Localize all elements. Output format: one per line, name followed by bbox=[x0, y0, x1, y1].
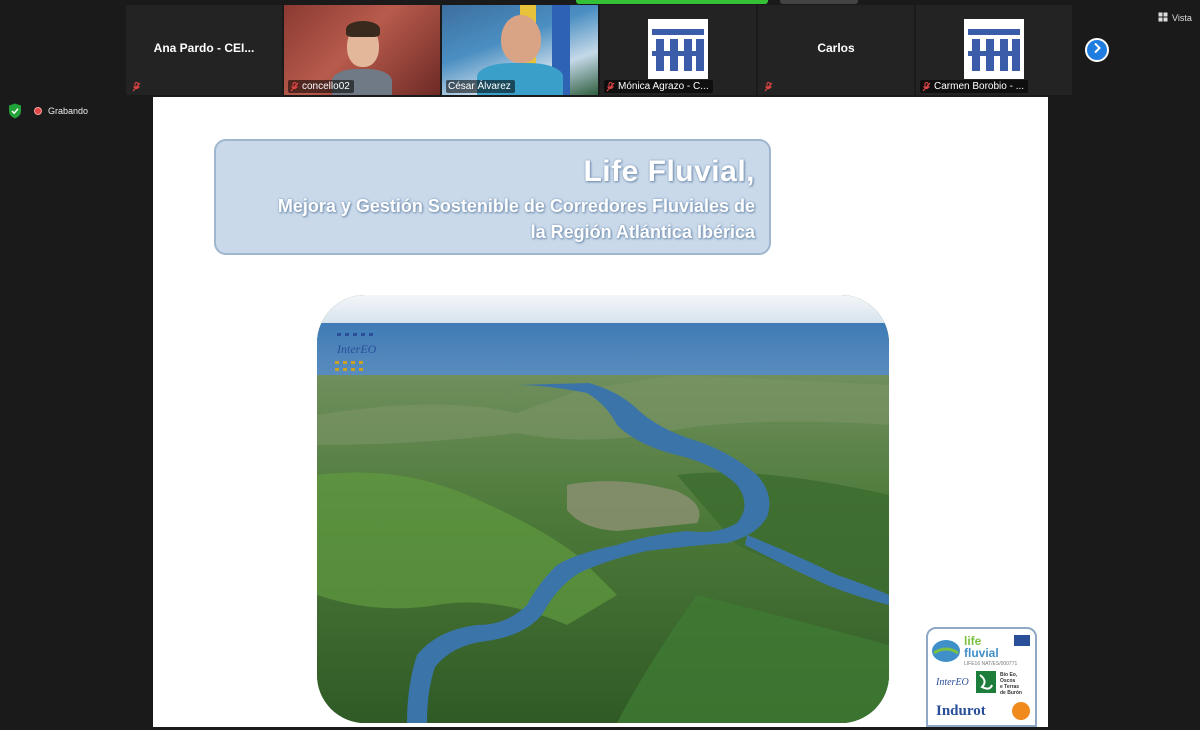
chevron-right-icon bbox=[1092, 41, 1102, 59]
organization-logo bbox=[964, 19, 1024, 79]
participant-name-label: César Álvarez bbox=[448, 81, 511, 92]
slide-subtitle-line2: la Región Atlántica Ibérica bbox=[530, 222, 755, 242]
security-shield-icon[interactable] bbox=[8, 103, 22, 119]
recording-indicator[interactable]: Grabando bbox=[34, 106, 88, 116]
brand-line2: fluvial bbox=[964, 646, 999, 660]
participant-tile-ana-pardo[interactable]: Ana Pardo - CEI... bbox=[126, 5, 282, 95]
recording-label: Grabando bbox=[48, 106, 89, 116]
next-page-button[interactable] bbox=[1085, 38, 1109, 62]
mic-muted-icon bbox=[290, 81, 299, 92]
intereo-logo-text: InterEO bbox=[336, 342, 377, 356]
slide-subtitle-line1: Mejora y Gestión Sostenible de Corredore… bbox=[277, 196, 755, 216]
video-gallery-strip: Ana Pardo - CEI... concello02 César Álva… bbox=[0, 0, 1200, 96]
participant-name-label: Mónica Agrazo - C... bbox=[618, 81, 709, 92]
speaker-indicator-bar bbox=[576, 0, 768, 4]
participant-caption bbox=[130, 81, 145, 93]
organization-logo bbox=[648, 19, 708, 79]
shared-screen-slide: Life Fluvial, Mejora y Gestión Sostenibl… bbox=[153, 97, 1048, 727]
participant-caption: César Álvarez bbox=[446, 80, 515, 93]
participant-caption: concello02 bbox=[288, 80, 354, 93]
participant-name-label: concello02 bbox=[302, 81, 350, 92]
mic-muted-icon bbox=[764, 82, 773, 92]
partner2-line4: de Burón bbox=[1000, 690, 1022, 696]
mic-muted-icon bbox=[922, 81, 931, 92]
participant-tile-concello02[interactable]: concello02 bbox=[284, 5, 440, 95]
view-label: Vista bbox=[1172, 13, 1192, 23]
letterbox-left bbox=[0, 97, 153, 730]
mic-muted-icon bbox=[132, 82, 141, 92]
participant-tile-cesar-alvarez[interactable]: César Álvarez bbox=[442, 5, 598, 95]
intereo-logo: InterEO bbox=[333, 331, 379, 375]
slide-title: Life Fluvial, bbox=[583, 155, 755, 188]
record-icon bbox=[34, 107, 42, 115]
participant-tile-monica-agrazo[interactable]: Mónica Agrazo - C... bbox=[600, 5, 756, 95]
mic-muted-icon bbox=[606, 81, 615, 92]
grid-view-icon bbox=[1158, 12, 1168, 24]
letterbox-right bbox=[1048, 97, 1200, 730]
partner1: InterEO bbox=[935, 677, 969, 688]
project-code: LIFE16 NAT/ES/000771 bbox=[964, 661, 1017, 667]
participant-caption: Carmen Borobio - ... bbox=[920, 80, 1029, 93]
partners-logo-panel: life fluvial LIFE16 NAT/ES/000771 InterE… bbox=[926, 627, 1037, 727]
participant-tile-carlos[interactable]: Carlos bbox=[758, 5, 914, 95]
participant-name: Carlos bbox=[817, 41, 855, 55]
aerial-river-photo: InterEO bbox=[317, 295, 889, 723]
partner3: Indurot bbox=[936, 703, 986, 719]
participant-tile-carmen-borobio[interactable]: Carmen Borobio - ... bbox=[916, 5, 1072, 95]
participant-caption bbox=[762, 81, 777, 93]
participant-name: Ana Pardo - CEI... bbox=[153, 41, 255, 55]
participant-caption: Mónica Agrazo - C... bbox=[604, 80, 713, 93]
participant-name-label: Carmen Borobio - ... bbox=[934, 81, 1025, 92]
gallery-scroll-indicator bbox=[780, 0, 858, 4]
slide-title-box: Life Fluvial, Mejora y Gestión Sostenibl… bbox=[214, 139, 771, 255]
view-switcher-button[interactable]: Vista bbox=[1158, 12, 1192, 24]
